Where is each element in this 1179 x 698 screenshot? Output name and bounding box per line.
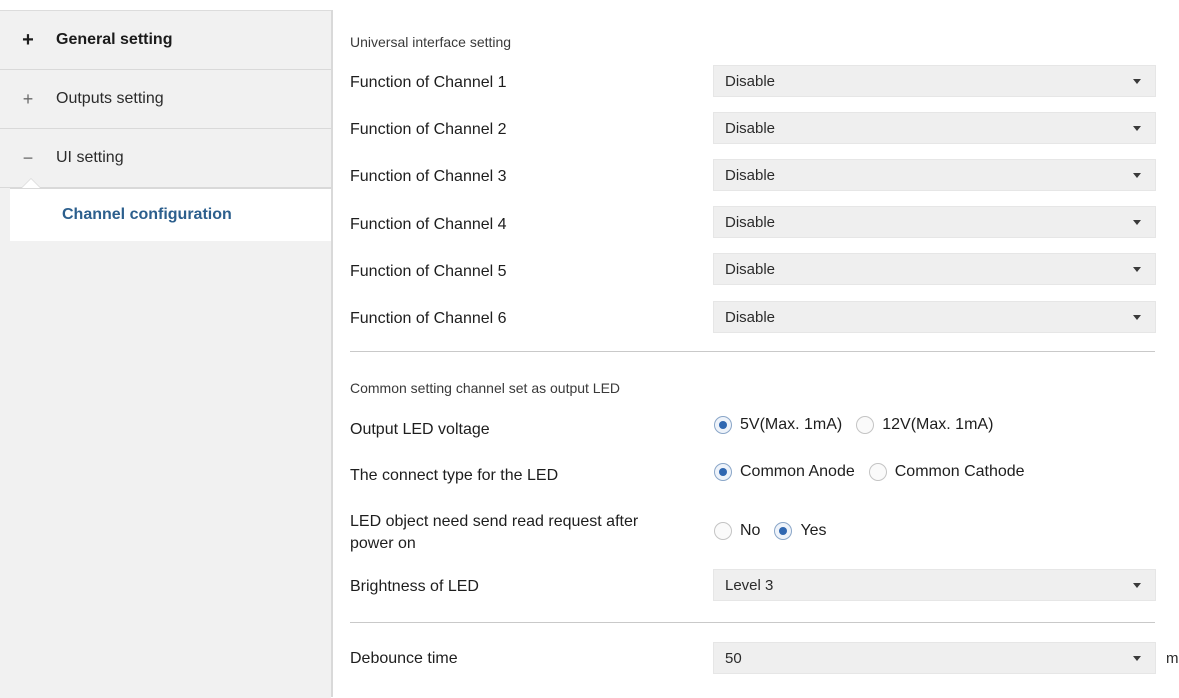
- dropdown-value: Disable: [725, 260, 776, 278]
- radio-unchecked-icon: [868, 463, 887, 481]
- debounce-time-label: Debounce time: [350, 650, 458, 667]
- read-request-label-line1: LED object need send read request after: [350, 513, 639, 530]
- radio-5v[interactable]: 5V(Max. 1mA): [714, 416, 842, 434]
- read-request-label: LED object need send read request after …: [350, 511, 710, 555]
- minus-icon: −: [22, 148, 34, 168]
- channel-4-label: Function of Channel 4: [350, 216, 507, 233]
- debounce-time-dropdown[interactable]: 50: [713, 642, 1156, 674]
- sidebar-item-general-setting[interactable]: + General setting: [0, 11, 331, 70]
- channel-5-dropdown[interactable]: Disable: [713, 253, 1156, 285]
- section-title-universal-interface: Universal interface setting: [350, 34, 512, 50]
- chevron-down-icon: [1133, 314, 1141, 320]
- channel-3-label: Function of Channel 3: [350, 168, 507, 185]
- sidebar: + General setting + Outputs setting − UI…: [0, 10, 331, 698]
- dropdown-value: Disable: [725, 72, 776, 90]
- radio-label: 12V(Max. 1mA): [882, 416, 994, 433]
- chevron-down-icon: [1133, 655, 1141, 661]
- debounce-unit: ms: [1166, 650, 1179, 667]
- plus-icon: +: [22, 29, 34, 51]
- radio-unchecked-icon: [856, 416, 875, 434]
- sidebar-item-ui-setting[interactable]: − UI setting: [0, 129, 331, 188]
- dropdown-value: Disable: [725, 119, 776, 137]
- radio-common-anode[interactable]: Common Anode: [714, 463, 855, 481]
- sidebar-item-channel-configuration[interactable]: Channel configuration: [10, 188, 333, 241]
- channel-2-dropdown[interactable]: Disable: [713, 112, 1156, 144]
- radio-common-cathode[interactable]: Common Cathode: [868, 463, 1025, 481]
- radio-12v[interactable]: 12V(Max. 1mA): [856, 416, 993, 434]
- radio-unchecked-icon: [714, 522, 732, 540]
- channel-4-dropdown[interactable]: Disable: [713, 206, 1156, 238]
- radio-label: No: [740, 522, 761, 539]
- chevron-down-icon: [1133, 172, 1141, 178]
- read-request-label-line2: power on: [350, 535, 416, 552]
- chevron-down-icon: [1133, 266, 1141, 272]
- chevron-down-icon: [1133, 582, 1141, 588]
- chevron-down-icon: [1133, 219, 1141, 225]
- sidebar-item-label: Channel configuration: [62, 206, 232, 223]
- radio-checked-icon: [714, 463, 732, 481]
- radio-checked-icon: [714, 416, 732, 434]
- channel-6-label: Function of Channel 6: [350, 310, 507, 327]
- section-divider: [350, 351, 1155, 352]
- channel-1-dropdown[interactable]: Disable: [713, 65, 1156, 97]
- output-led-voltage-label: Output LED voltage: [350, 421, 490, 438]
- main-panel: Universal interface setting Function of …: [333, 0, 1179, 697]
- radio-no[interactable]: No: [714, 522, 760, 540]
- channel-3-dropdown[interactable]: Disable: [713, 159, 1156, 191]
- dropdown-value: 50: [725, 649, 742, 667]
- connect-type-label: The connect type for the LED: [350, 467, 559, 484]
- brightness-label: Brightness of LED: [350, 578, 479, 595]
- output-led-voltage-radio-group: 5V(Max. 1mA) 12V(Max. 1mA): [714, 416, 1007, 434]
- read-request-radio-group: No Yes: [714, 522, 841, 540]
- dropdown-value: Level 3: [725, 576, 774, 594]
- radio-yes[interactable]: Yes: [774, 522, 827, 540]
- channel-1-label: Function of Channel 1: [350, 74, 507, 91]
- radio-label: Yes: [800, 522, 827, 539]
- dropdown-value: Disable: [725, 166, 776, 184]
- section-title-output-led: Common setting channel set as output LED: [350, 380, 621, 396]
- sidebar-item-label: UI setting: [56, 149, 124, 166]
- sidebar-item-outputs-setting[interactable]: + Outputs setting: [0, 70, 331, 129]
- radio-checked-icon: [774, 522, 793, 540]
- connect-type-radio-group: Common Anode Common Cathode: [714, 463, 1039, 481]
- nav-notch: [22, 179, 40, 188]
- sidebar-item-label: Outputs setting: [56, 90, 164, 107]
- channel-6-dropdown[interactable]: Disable: [713, 301, 1156, 333]
- dropdown-value: Disable: [725, 213, 776, 231]
- channel-5-label: Function of Channel 5: [350, 263, 507, 280]
- sidebar-item-label: General setting: [56, 31, 173, 48]
- radio-label: 5V(Max. 1mA): [740, 416, 843, 433]
- plus-icon: +: [22, 89, 34, 109]
- chevron-down-icon: [1133, 78, 1141, 84]
- radio-label: Common Cathode: [894, 463, 1025, 480]
- chevron-down-icon: [1133, 125, 1141, 131]
- channel-2-label: Function of Channel 2: [350, 121, 507, 138]
- section-divider: [350, 622, 1155, 623]
- brightness-dropdown[interactable]: Level 3: [713, 569, 1156, 601]
- dropdown-value: Disable: [725, 308, 776, 326]
- radio-label: Common Anode: [740, 463, 855, 480]
